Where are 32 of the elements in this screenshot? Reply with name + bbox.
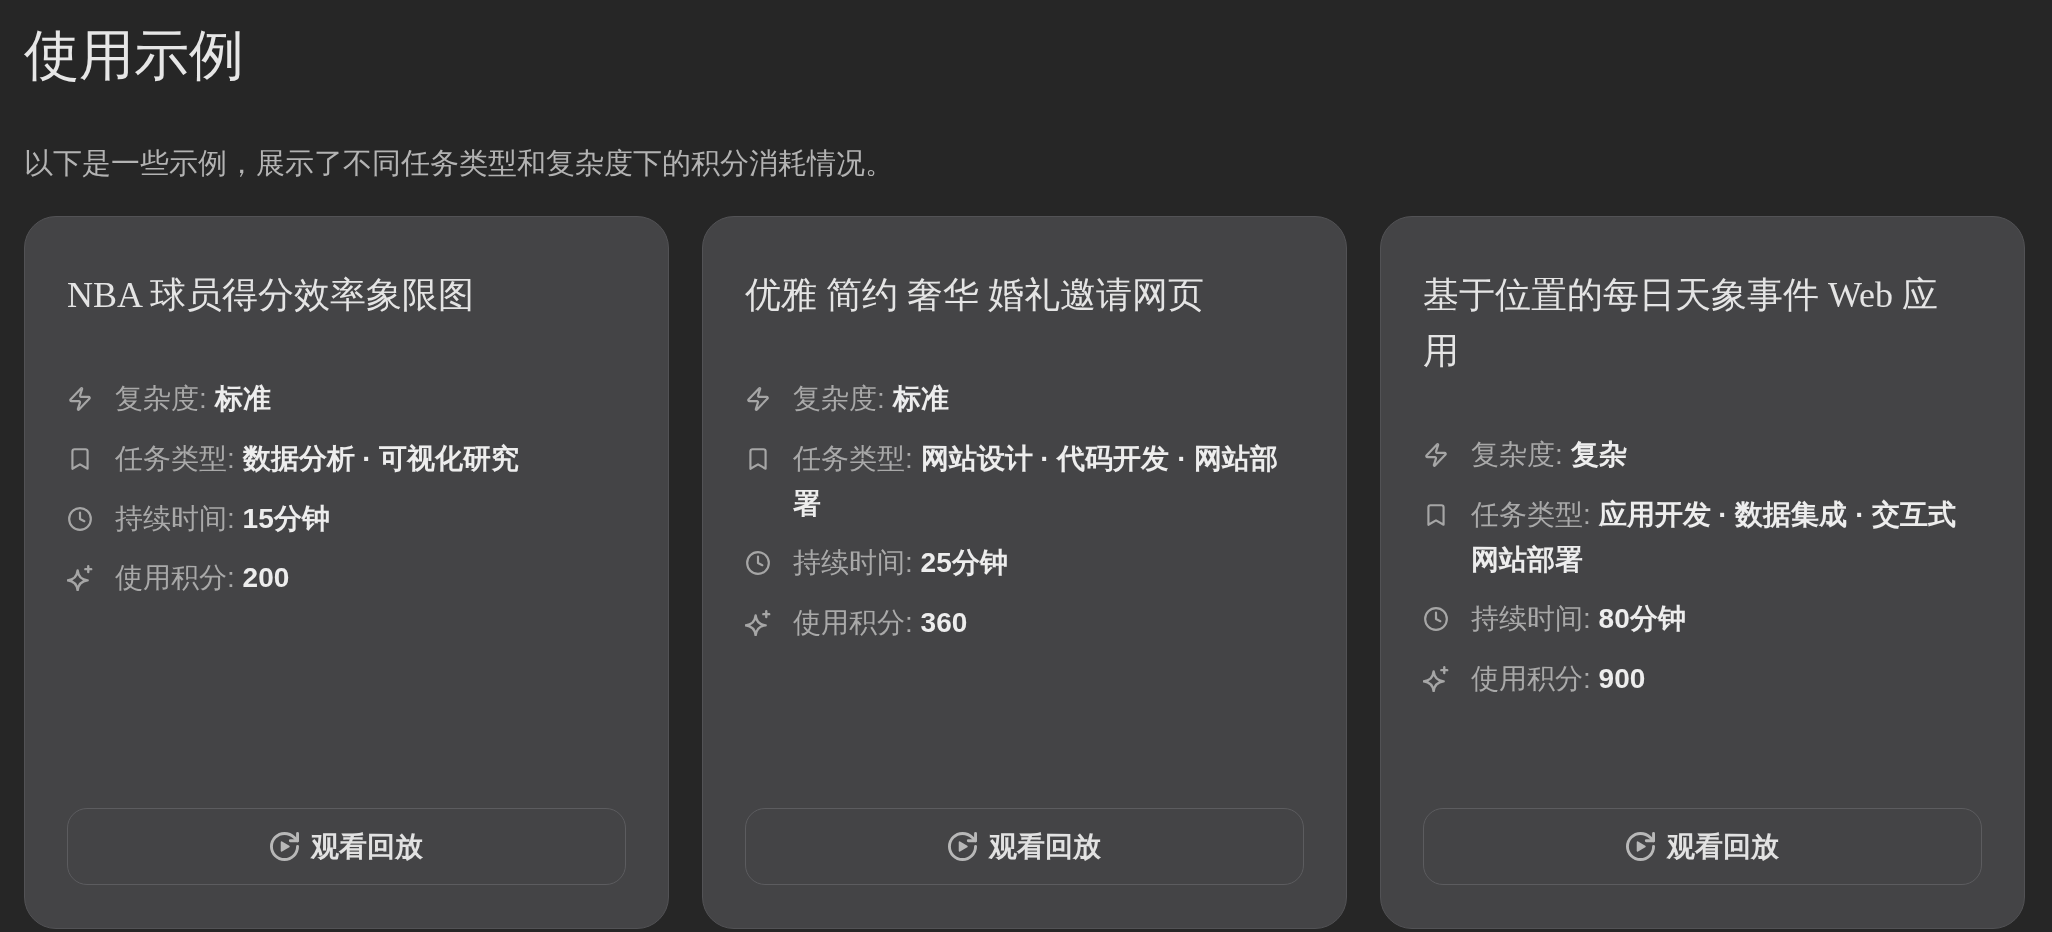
replay-button[interactable]: 观看回放 xyxy=(1423,808,1982,885)
sparkle-icon xyxy=(1423,666,1449,693)
detail-text: 复杂度: 复杂 xyxy=(1471,438,1627,472)
clock-icon xyxy=(1423,606,1449,633)
page-title: 使用示例 xyxy=(24,24,244,88)
lightning-icon xyxy=(1423,442,1449,468)
detail-text: 持续时间: 80分钟 xyxy=(1471,602,1686,637)
detail-text: 使用积分: 200 xyxy=(115,561,290,596)
detail-text: 复杂度: 标准 xyxy=(793,382,949,416)
card-title: 优雅 简约 奢华 婚礼邀请网页 xyxy=(745,274,1204,317)
card-title: NBA 球员得分效率象限图 xyxy=(67,274,475,317)
replay-button[interactable]: 观看回放 xyxy=(745,808,1304,885)
card-title: 基于位置的每日天象事件 Web 应用 xyxy=(1423,274,1940,373)
detail-text: 复杂度: 标准 xyxy=(115,382,271,416)
lightning-icon xyxy=(67,386,93,412)
replay-icon xyxy=(1626,832,1655,861)
detail-text: 持续时间: 25分钟 xyxy=(793,546,1008,581)
detail-text: 使用积分: 900 xyxy=(1471,662,1646,697)
clock-icon xyxy=(67,505,93,532)
detail-text: 任务类型: 网站设计 · 代码开发 · 网站部署 xyxy=(793,441,1280,521)
detail-text: 任务类型: 数据分析 · 可视化研究 xyxy=(115,441,520,476)
detail-text: 任务类型: 应用开发 · 数据集成 · 交互式网站部署 xyxy=(1471,497,1958,577)
clock-icon xyxy=(745,550,771,577)
detail-text: 使用积分: 360 xyxy=(793,606,968,641)
sparkle-icon xyxy=(745,610,771,637)
replay-icon xyxy=(948,832,977,861)
replay-icon xyxy=(270,832,299,861)
replay-button[interactable]: 观看回放 xyxy=(67,808,626,885)
lightning-icon xyxy=(745,386,771,412)
sparkle-icon xyxy=(67,565,93,592)
intro-text: 以下是一些示例，展示了不同任务类型和复杂度下的积分消耗情况。 xyxy=(24,146,894,181)
detail-text: 持续时间: 15分钟 xyxy=(115,501,330,536)
